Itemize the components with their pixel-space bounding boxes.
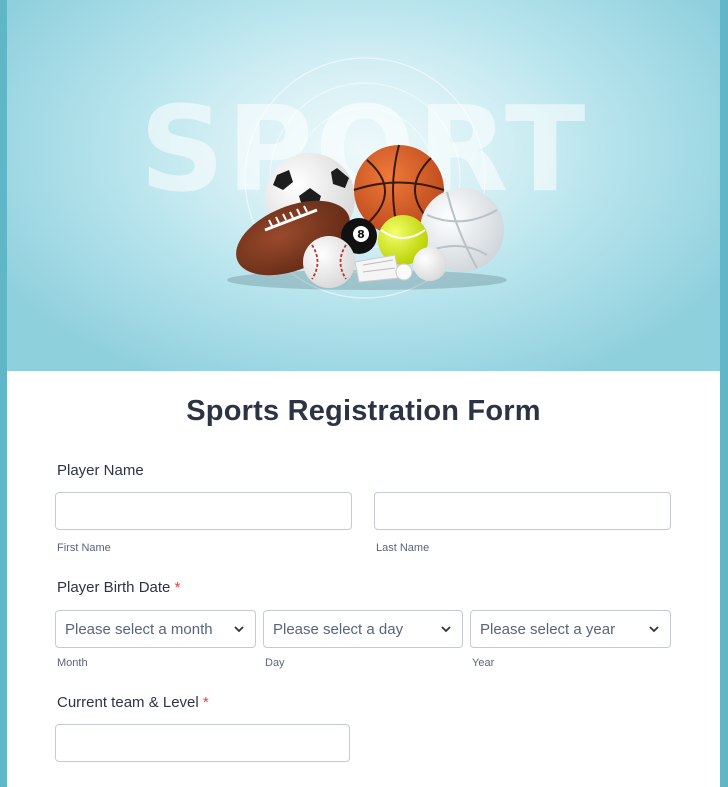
team-level-input[interactable] — [55, 724, 350, 762]
birth-date-label: Player Birth Date * — [57, 579, 180, 596]
team-level-label: Current team & Level * — [57, 694, 209, 711]
first-name-input[interactable] — [55, 492, 352, 530]
svg-text:8: 8 — [357, 228, 365, 241]
day-select-placeholder: Please select a day — [273, 620, 404, 638]
form-card: SPORT 8 Sports Registration Form Player … — [7, 0, 720, 787]
year-select-placeholder: Please select a year — [480, 620, 616, 638]
month-select-placeholder: Please select a month — [65, 620, 213, 638]
sports-balls-image: 8 — [227, 144, 507, 290]
day-sublabel: Day — [265, 657, 285, 669]
last-name-sublabel: Last Name — [376, 542, 430, 554]
chevron-down-icon — [234, 626, 244, 633]
baseball-icon — [303, 236, 355, 288]
month-sublabel: Month — [57, 657, 88, 669]
first-name-sublabel: First Name — [57, 542, 111, 554]
day-select[interactable]: Please select a day — [263, 610, 463, 648]
player-name-label: Player Name — [57, 462, 144, 479]
form-title: Sports Registration Form — [186, 395, 541, 427]
year-select[interactable]: Please select a year — [470, 610, 671, 648]
month-select[interactable]: Please select a month — [55, 610, 256, 648]
team-level-label-text: Current team & Level — [57, 694, 199, 711]
golf-ball-icon — [413, 247, 447, 281]
chevron-down-icon — [649, 626, 659, 633]
year-sublabel: Year — [472, 657, 495, 669]
required-asterisk: * — [174, 579, 181, 596]
birth-date-label-text: Player Birth Date — [57, 579, 171, 596]
last-name-input[interactable] — [374, 492, 671, 530]
required-asterisk: * — [202, 694, 209, 711]
chevron-down-icon — [441, 626, 451, 633]
hero-banner: SPORT 8 — [7, 0, 720, 371]
